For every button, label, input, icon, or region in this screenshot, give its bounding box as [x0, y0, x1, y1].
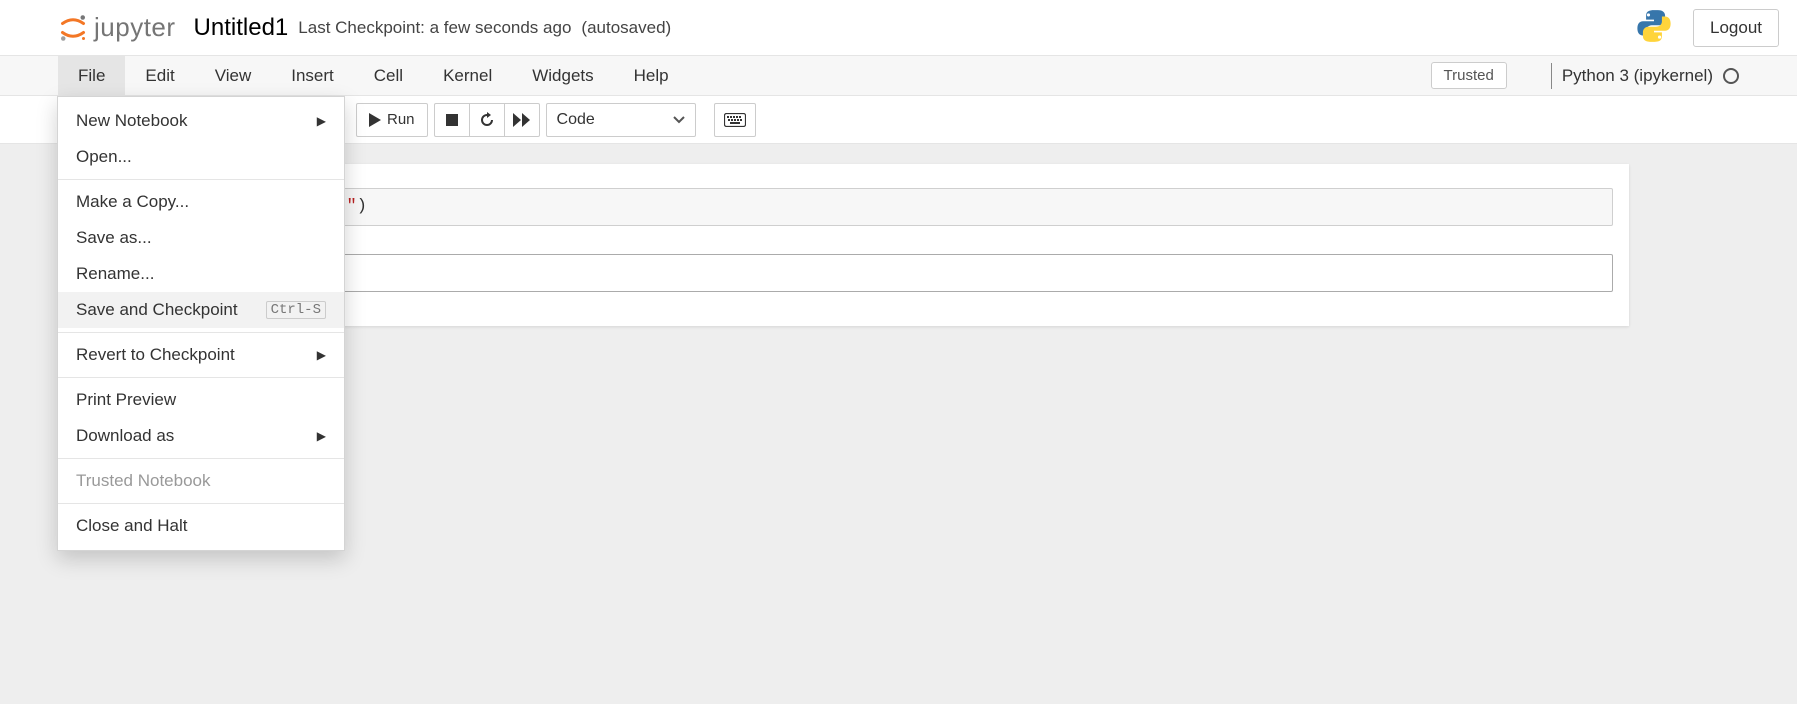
- dropdown-item-label: Download as: [76, 426, 174, 446]
- chevron-down-icon: [673, 116, 685, 124]
- kernel-name: Python 3 (ipykernel): [1562, 66, 1713, 86]
- trusted-indicator[interactable]: Trusted: [1431, 62, 1507, 89]
- command-palette-button[interactable]: [714, 103, 756, 137]
- code-cell[interactable]: [175, 250, 1623, 296]
- checkpoint-status: Last Checkpoint: a few seconds ago: [298, 18, 571, 38]
- dropdown-item-label: Revert to Checkpoint: [76, 345, 235, 365]
- menu-kernel[interactable]: Kernel: [423, 56, 512, 95]
- code-cell[interactable]: World"): [175, 184, 1623, 230]
- play-icon: [369, 113, 381, 127]
- jupyter-logo[interactable]: jupyter: [58, 12, 176, 43]
- dropdown-item[interactable]: Rename...: [58, 256, 344, 292]
- code-fragment: ): [357, 197, 367, 216]
- dropdown-item[interactable]: Revert to Checkpoint ▶: [58, 337, 344, 373]
- run-button[interactable]: Run: [356, 103, 428, 137]
- menu-help[interactable]: Help: [614, 56, 689, 95]
- kernel-status-icon: [1723, 68, 1739, 84]
- keyboard-icon: [724, 113, 746, 127]
- dropdown-item[interactable]: Save and Checkpoint Ctrl-S: [58, 292, 344, 328]
- dropdown-item[interactable]: Close and Halt: [58, 508, 344, 544]
- interrupt-button[interactable]: [434, 103, 470, 137]
- kernel-indicator[interactable]: Python 3 (ipykernel): [1551, 63, 1739, 89]
- dropdown-item[interactable]: Print Preview: [58, 382, 344, 418]
- dropdown-separator: [58, 377, 344, 378]
- dropdown-separator: [58, 179, 344, 180]
- notebook-title[interactable]: Untitled1: [194, 14, 289, 42]
- dropdown-item[interactable]: Download as ▶: [58, 418, 344, 454]
- caret-right-icon: ▶: [317, 429, 326, 443]
- restart-button[interactable]: [469, 103, 505, 137]
- logout-button[interactable]: Logout: [1693, 9, 1779, 47]
- restart-icon: [479, 112, 495, 128]
- dropdown-item-label: Trusted Notebook: [76, 471, 211, 491]
- dropdown-item-label: Make a Copy...: [76, 192, 189, 212]
- python-logo-icon: [1635, 7, 1673, 48]
- header: jupyter Untitled1 Last Checkpoint: a few…: [0, 0, 1797, 56]
- jupyter-icon: [58, 13, 88, 43]
- menu-cell[interactable]: Cell: [354, 56, 423, 95]
- dropdown-separator: [58, 458, 344, 459]
- menubar: File Edit View Insert Cell Kernel Widget…: [0, 56, 1797, 96]
- menu-file[interactable]: File: [58, 56, 125, 95]
- dropdown-item: Trusted Notebook: [58, 463, 344, 499]
- dropdown-item[interactable]: Open...: [58, 139, 344, 175]
- fast-forward-icon: [513, 113, 531, 127]
- caret-right-icon: ▶: [317, 114, 326, 128]
- dropdown-item-label: Open...: [76, 147, 132, 167]
- dropdown-item[interactable]: Save as...: [58, 220, 344, 256]
- cell-type-value: Code: [557, 111, 595, 129]
- dropdown-separator: [58, 332, 344, 333]
- dropdown-item[interactable]: Make a Copy...: [58, 184, 344, 220]
- dropdown-item-label: Save as...: [76, 228, 152, 248]
- dropdown-item-label: New Notebook: [76, 111, 188, 131]
- menu-edit[interactable]: Edit: [125, 56, 194, 95]
- autosave-status: (autosaved): [581, 18, 671, 38]
- cell-input[interactable]: [285, 254, 1613, 292]
- jupyter-brand-text: jupyter: [94, 12, 176, 43]
- menu-view[interactable]: View: [195, 56, 272, 95]
- dropdown-shortcut: Ctrl-S: [266, 301, 326, 319]
- notebook-container: World"): [169, 164, 1629, 326]
- stop-icon: [446, 114, 458, 126]
- dropdown-item[interactable]: New Notebook ▶: [58, 103, 344, 139]
- menu-insert[interactable]: Insert: [271, 56, 354, 95]
- file-dropdown-menu: New Notebook ▶ Open... Make a Copy... Save a…: [57, 96, 345, 551]
- run-label: Run: [387, 111, 415, 128]
- cell-type-select[interactable]: Code: [546, 103, 696, 137]
- dropdown-item-label: Print Preview: [76, 390, 176, 410]
- caret-right-icon: ▶: [317, 348, 326, 362]
- dropdown-item-label: Save and Checkpoint: [76, 300, 238, 320]
- restart-run-all-button[interactable]: [504, 103, 540, 137]
- cell-input[interactable]: World"): [285, 188, 1613, 226]
- dropdown-item-label: Close and Halt: [76, 516, 188, 536]
- dropdown-separator: [58, 503, 344, 504]
- dropdown-item-label: Rename...: [76, 264, 154, 284]
- menu-widgets[interactable]: Widgets: [512, 56, 613, 95]
